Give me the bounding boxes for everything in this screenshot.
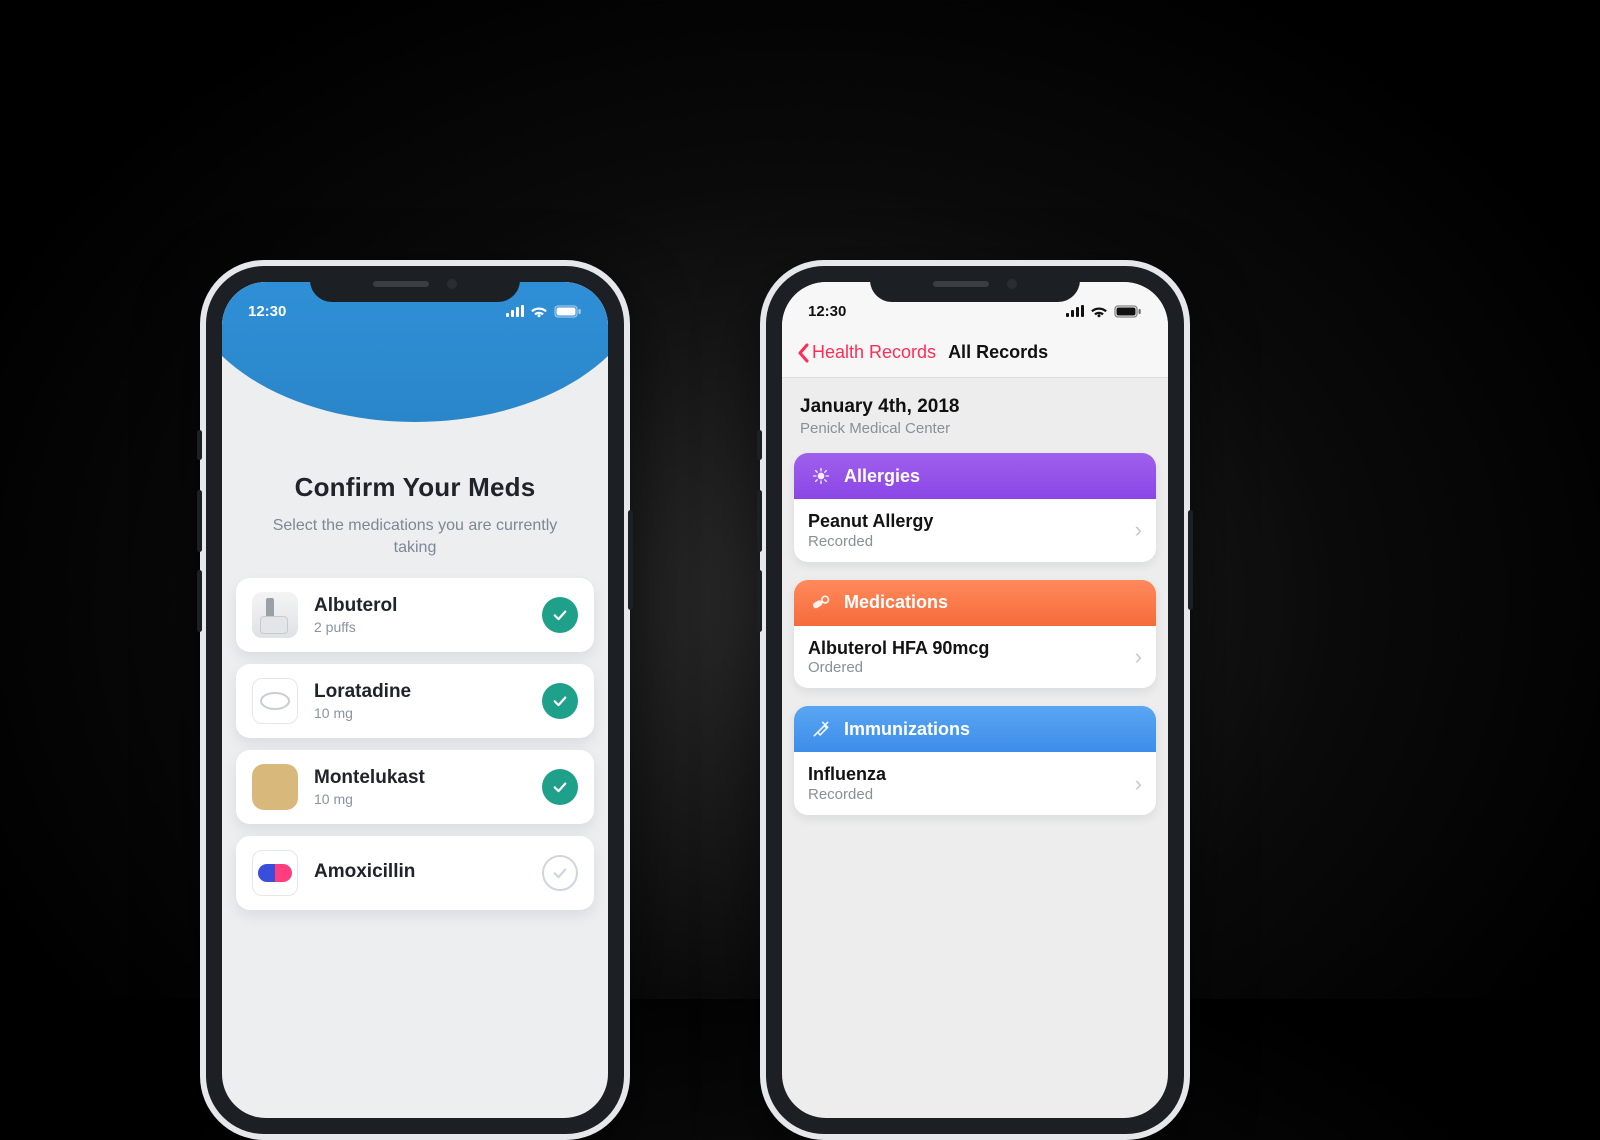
pill-square-icon [252, 764, 298, 810]
medication-dose: 10 mg [314, 791, 526, 807]
medication-name: Loratadine [314, 681, 526, 703]
check-toggle[interactable] [542, 597, 578, 633]
records-groups: Allergies Peanut Allergy Recorded › [782, 445, 1168, 815]
heading-group: Confirm Your Meds Select the medications… [222, 452, 608, 564]
visit-date: January 4th, 2018 [800, 396, 1150, 418]
volume-up[interactable] [757, 490, 762, 552]
chevron-right-icon: › [1135, 517, 1142, 543]
mute-switch[interactable] [757, 430, 762, 460]
cellular-icon [506, 305, 524, 317]
wifi-icon [1090, 305, 1108, 318]
section-allergies: Allergies Peanut Allergy Recorded › [794, 453, 1156, 562]
tablet-icon [252, 678, 298, 724]
status-time: 12:30 [248, 303, 286, 320]
medication-row-montelukast[interactable]: Montelukast 10 mg [236, 750, 594, 824]
medication-list: Albuterol 2 puffs Loratadine 10 mg [222, 564, 608, 910]
medication-dose: 10 mg [314, 705, 526, 721]
check-toggle[interactable] [542, 769, 578, 805]
section-label: Allergies [844, 466, 920, 487]
cellular-icon [1066, 305, 1084, 317]
section-header[interactable]: Medications [794, 580, 1156, 626]
phone-health-records: 12:30 Health Records [760, 260, 1190, 1140]
phone-confirm-meds: 12:30 Confirm Your Meds [200, 260, 630, 1140]
back-button[interactable]: Health Records [796, 342, 936, 363]
notch [870, 266, 1080, 302]
section-header[interactable]: Immunizations [794, 706, 1156, 752]
capsule-icon [252, 850, 298, 896]
notch [310, 266, 520, 302]
medication-name: Amoxicillin [314, 861, 526, 883]
screen: 12:30 Health Records [782, 282, 1168, 1118]
medication-row-amoxicillin[interactable]: Amoxicillin [236, 836, 594, 910]
check-toggle[interactable] [542, 855, 578, 891]
record-item: Peanut Allergy [808, 511, 1125, 532]
record-row[interactable]: Peanut Allergy Recorded › [794, 499, 1156, 562]
allergy-icon [810, 465, 832, 487]
status-time: 12:30 [808, 303, 846, 320]
status-icons [506, 305, 582, 318]
inhaler-icon [252, 592, 298, 638]
page-title: Confirm Your Meds [250, 472, 580, 503]
record-status: Ordered [808, 659, 1125, 676]
mute-switch[interactable] [197, 430, 202, 460]
screen: 12:30 Confirm Your Meds [222, 282, 608, 1118]
record-status: Recorded [808, 533, 1125, 550]
section-immunizations: Immunizations Influenza Recorded › [794, 706, 1156, 815]
battery-icon [1114, 305, 1142, 318]
check-toggle[interactable] [542, 683, 578, 719]
battery-icon [554, 305, 582, 318]
date-header: January 4th, 2018 Penick Medical Center [782, 378, 1168, 445]
medication-dose: 2 puffs [314, 619, 526, 635]
section-header[interactable]: Allergies [794, 453, 1156, 499]
volume-up[interactable] [197, 490, 202, 552]
visit-place: Penick Medical Center [800, 420, 1150, 437]
page-subtitle: Select the medications you are currently… [250, 515, 580, 558]
nav-title: All Records [948, 342, 1048, 363]
section-label: Medications [844, 592, 948, 613]
record-row[interactable]: Influenza Recorded › [794, 752, 1156, 815]
volume-down[interactable] [197, 570, 202, 632]
status-icons [1066, 305, 1142, 318]
medication-row-loratadine[interactable]: Loratadine 10 mg [236, 664, 594, 738]
record-item: Albuterol HFA 90mcg [808, 638, 1125, 659]
chevron-right-icon: › [1135, 644, 1142, 670]
device-frame: 12:30 Health Records [760, 260, 1190, 1140]
power-button[interactable] [1188, 510, 1193, 610]
record-item: Influenza [808, 764, 1125, 785]
device-frame: 12:30 Confirm Your Meds [200, 260, 630, 1140]
section-medications: Medications Albuterol HFA 90mcg Ordered … [794, 580, 1156, 689]
syringe-icon [810, 718, 832, 740]
medication-row-albuterol[interactable]: Albuterol 2 puffs [236, 578, 594, 652]
chevron-right-icon: › [1135, 771, 1142, 797]
record-row[interactable]: Albuterol HFA 90mcg Ordered › [794, 626, 1156, 689]
record-status: Recorded [808, 786, 1125, 803]
section-label: Immunizations [844, 719, 970, 740]
volume-down[interactable] [757, 570, 762, 632]
wifi-icon [530, 305, 548, 318]
power-button[interactable] [628, 510, 633, 610]
chevron-left-icon [796, 343, 810, 363]
pills-icon [810, 592, 832, 614]
medication-name: Albuterol [314, 595, 526, 617]
medication-name: Montelukast [314, 767, 526, 789]
back-label: Health Records [812, 342, 936, 363]
